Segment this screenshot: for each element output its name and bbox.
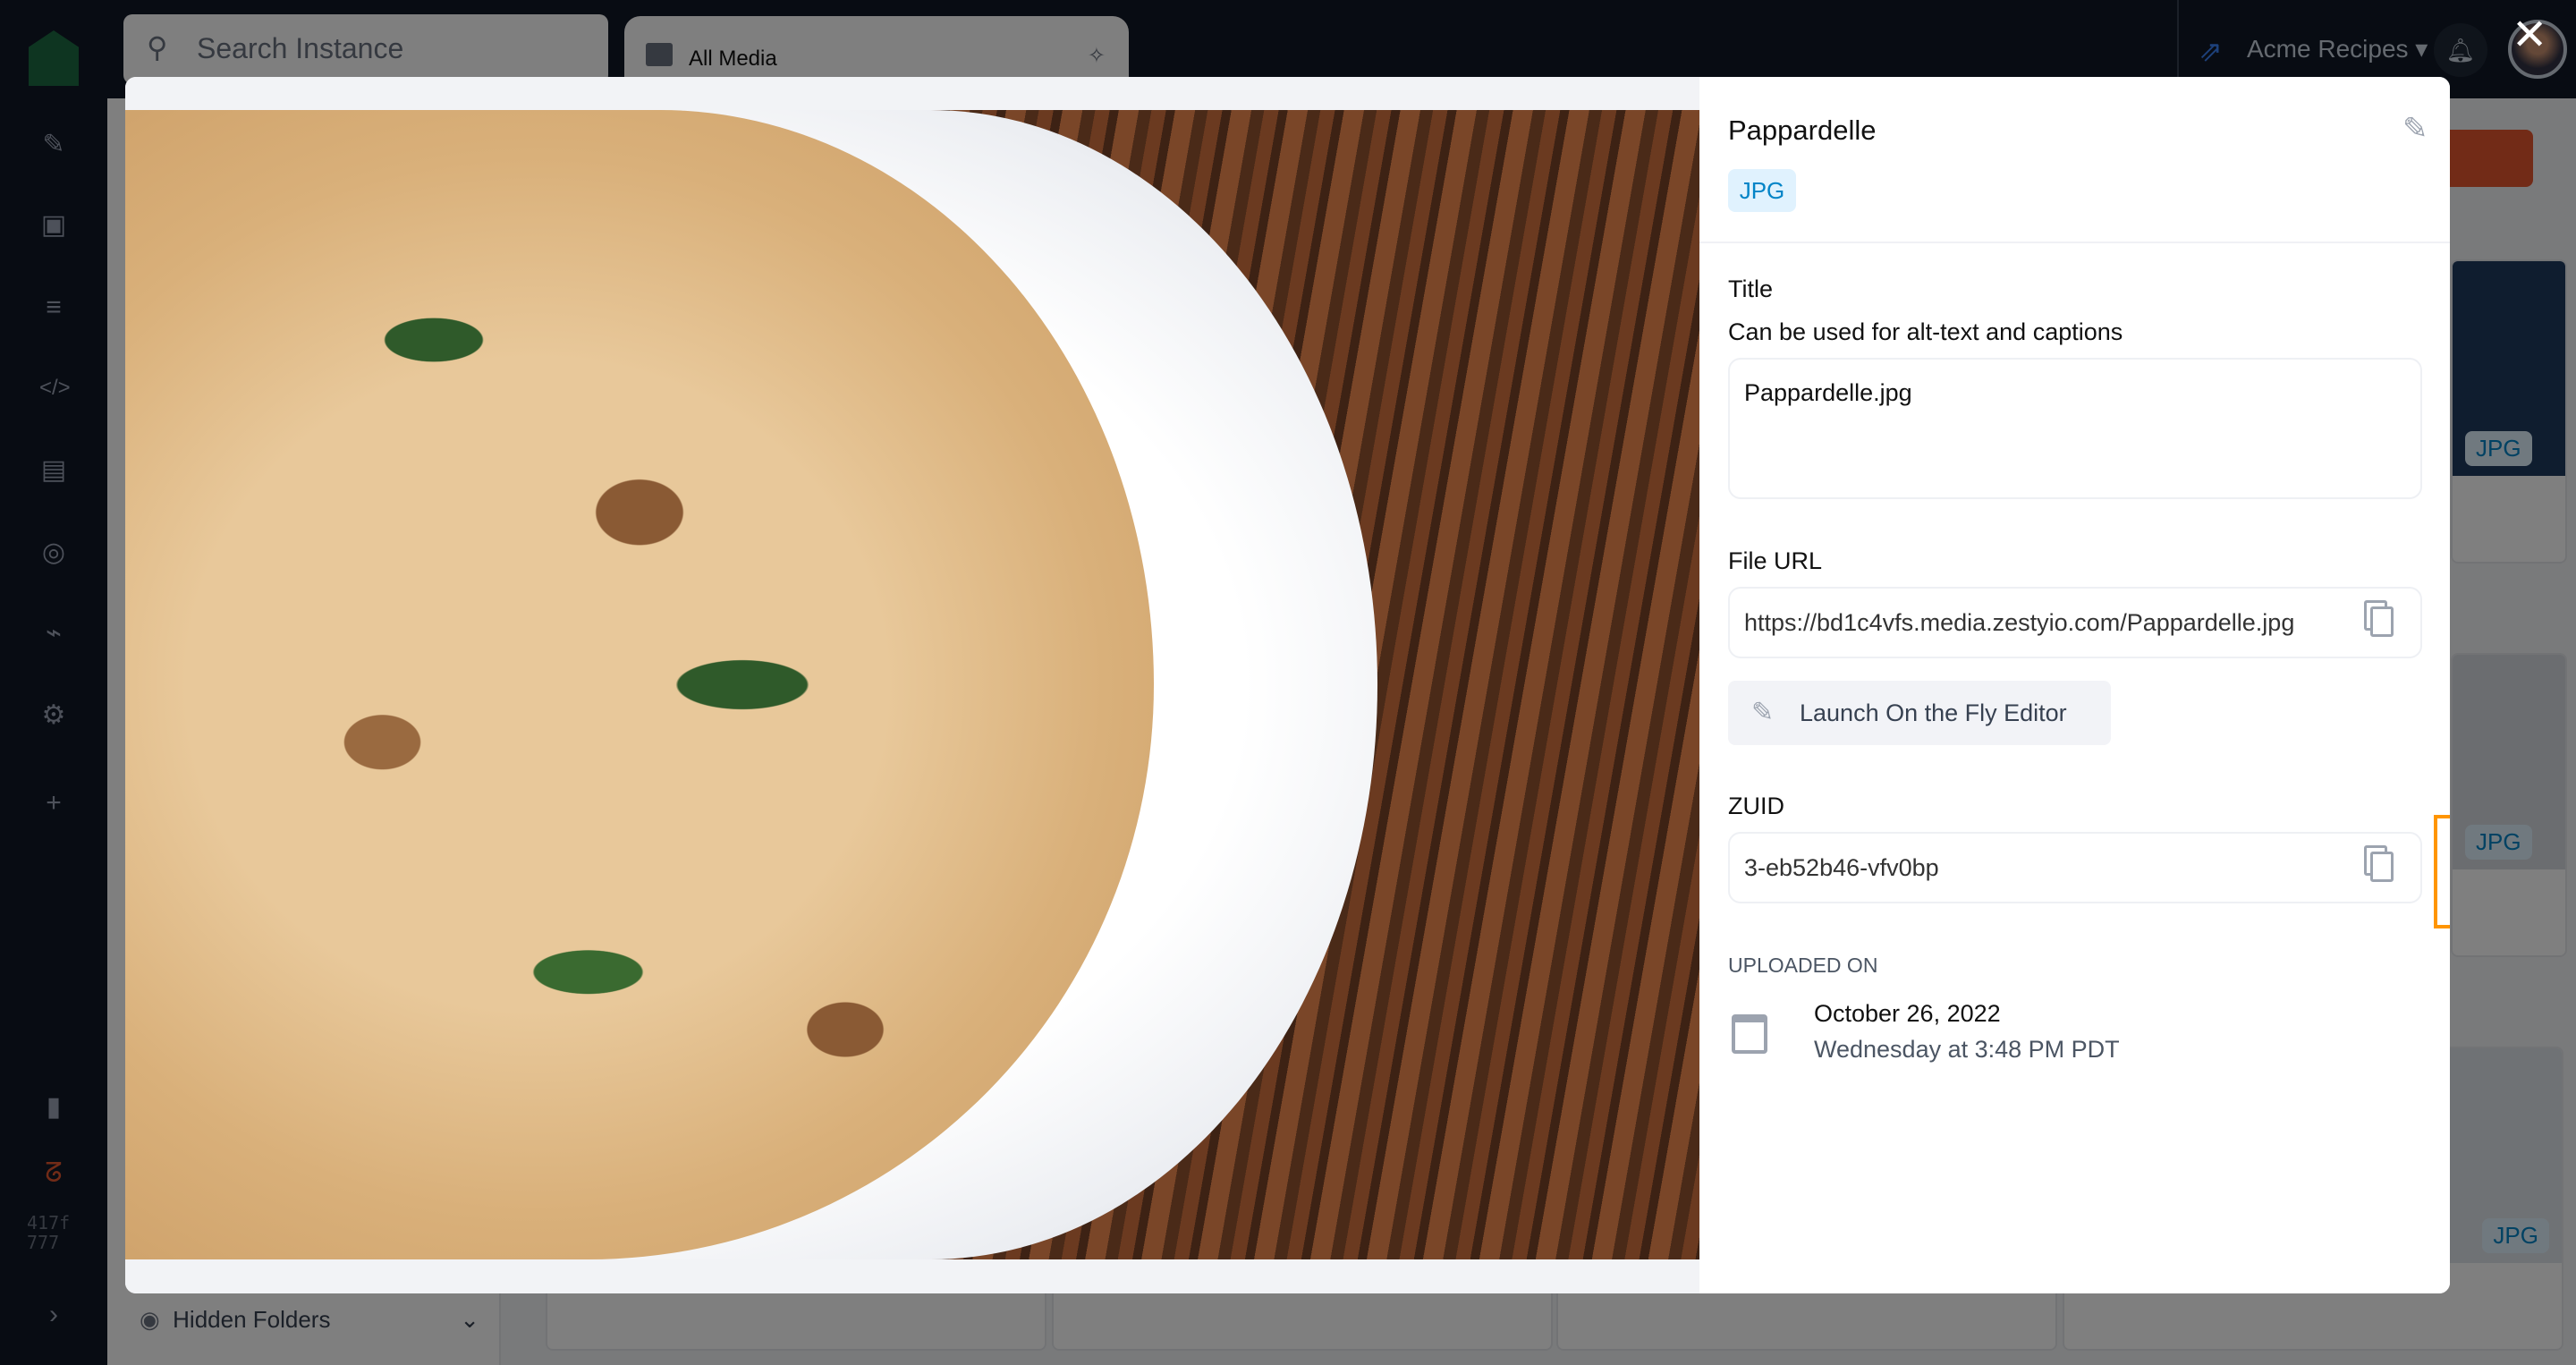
- title-textarea[interactable]: Pappardelle.jpg: [1728, 358, 2422, 499]
- image-preview: [125, 110, 1699, 1259]
- file-url-value: https://bd1c4vfs.media.zestyio.com/Pappa…: [1744, 609, 2295, 636]
- file-name-heading: Pappardelle: [1728, 114, 1877, 146]
- highlight-box: [2434, 815, 2450, 928]
- calendar-icon: [1732, 1014, 1767, 1054]
- close-modal-icon[interactable]: ✕: [2512, 13, 2547, 59]
- copy-url-icon[interactable]: [2370, 606, 2394, 637]
- pencil-icon: ✎: [1751, 698, 1775, 727]
- uploaded-on-label: UPLOADED ON: [1728, 954, 1878, 977]
- file-url-label: File URL: [1728, 547, 1823, 574]
- copy-zuid-icon[interactable]: [2370, 852, 2394, 882]
- image-preview-area: [125, 77, 1699, 1293]
- media-detail-modal: Pappardelle ✎ ··· JPG Title Can be used …: [125, 77, 2450, 1293]
- uploaded-time: Wednesday at 3:48 PM PDT: [1814, 1036, 2120, 1063]
- zuid-input[interactable]: 3-eb52b46-vfv0bp: [1728, 832, 2422, 903]
- launch-editor-label: Launch On the Fly Editor: [1800, 699, 2067, 726]
- zuid-value: 3-eb52b46-vfv0bp: [1744, 854, 1939, 881]
- title-help-text: Can be used for alt-text and captions: [1728, 318, 2123, 345]
- edit-pencil-icon[interactable]: ✎: [2402, 111, 2428, 147]
- launch-editor-button[interactable]: ✎ Launch On the Fly Editor: [1728, 681, 2111, 745]
- uploaded-date: October 26, 2022: [1814, 1000, 2001, 1027]
- file-type-badge: JPG: [1728, 169, 1796, 212]
- title-label: Title: [1728, 276, 1774, 302]
- header-divider: [1699, 242, 2450, 243]
- file-url-input[interactable]: https://bd1c4vfs.media.zestyio.com/Pappa…: [1728, 587, 2422, 658]
- details-panel: Pappardelle ✎ ··· JPG Title Can be used …: [1699, 77, 2450, 1293]
- zuid-label: ZUID: [1728, 793, 1784, 819]
